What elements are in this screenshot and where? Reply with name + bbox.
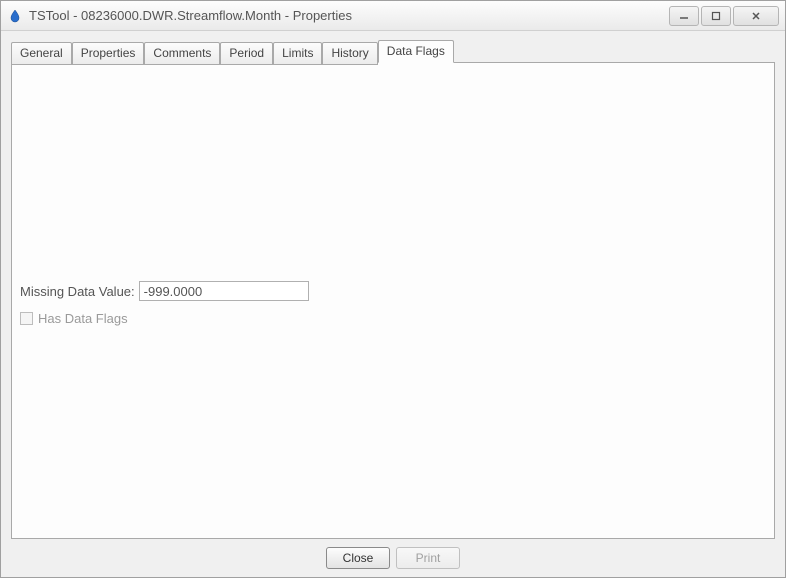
tab-panel-data-flags: Missing Data Value: Has Data Flags (11, 62, 775, 539)
window-title: TSTool - 08236000.DWR.Streamflow.Month -… (29, 8, 669, 23)
print-button[interactable]: Print (396, 547, 460, 569)
tab-history[interactable]: History (322, 42, 377, 65)
has-data-flags-row: Has Data Flags (20, 311, 128, 326)
maximize-button[interactable] (701, 6, 731, 26)
titlebar[interactable]: TSTool - 08236000.DWR.Streamflow.Month -… (1, 1, 785, 31)
window-frame: TSTool - 08236000.DWR.Streamflow.Month -… (0, 0, 786, 578)
missing-data-label: Missing Data Value: (20, 284, 135, 299)
tab-data-flags[interactable]: Data Flags (378, 40, 454, 63)
tabstrip: General Properties Comments Period Limit… (11, 40, 775, 63)
tab-general[interactable]: General (11, 42, 72, 65)
tab-comments[interactable]: Comments (144, 42, 220, 65)
tab-properties[interactable]: Properties (72, 42, 145, 65)
close-window-button[interactable] (733, 6, 779, 26)
window-controls (669, 6, 779, 26)
button-bar: Close Print (11, 539, 775, 571)
tab-period[interactable]: Period (220, 42, 273, 65)
has-data-flags-checkbox[interactable] (20, 312, 33, 325)
close-button[interactable]: Close (326, 547, 390, 569)
missing-data-input[interactable] (139, 281, 309, 301)
client-area: General Properties Comments Period Limit… (1, 31, 785, 577)
tab-limits[interactable]: Limits (273, 42, 322, 65)
has-data-flags-label: Has Data Flags (38, 311, 128, 326)
minimize-button[interactable] (669, 6, 699, 26)
missing-data-row: Missing Data Value: (20, 281, 309, 301)
app-icon (7, 8, 23, 24)
